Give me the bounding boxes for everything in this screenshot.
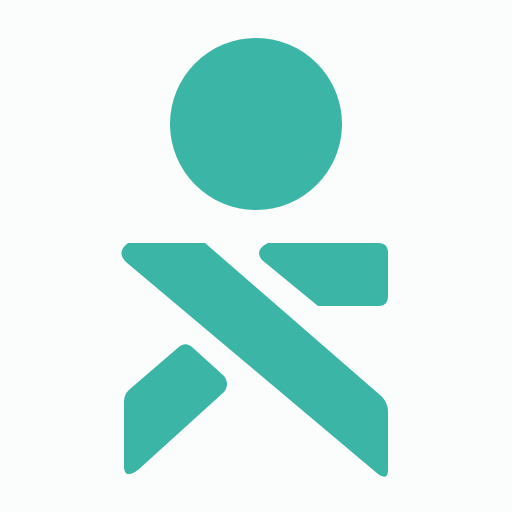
logo-left-leg xyxy=(124,344,227,475)
person-figure-logo-icon xyxy=(121,38,389,477)
app-icon-canvas xyxy=(0,0,512,512)
logo-head-circle xyxy=(170,38,342,210)
logo-right-arm xyxy=(259,243,388,306)
